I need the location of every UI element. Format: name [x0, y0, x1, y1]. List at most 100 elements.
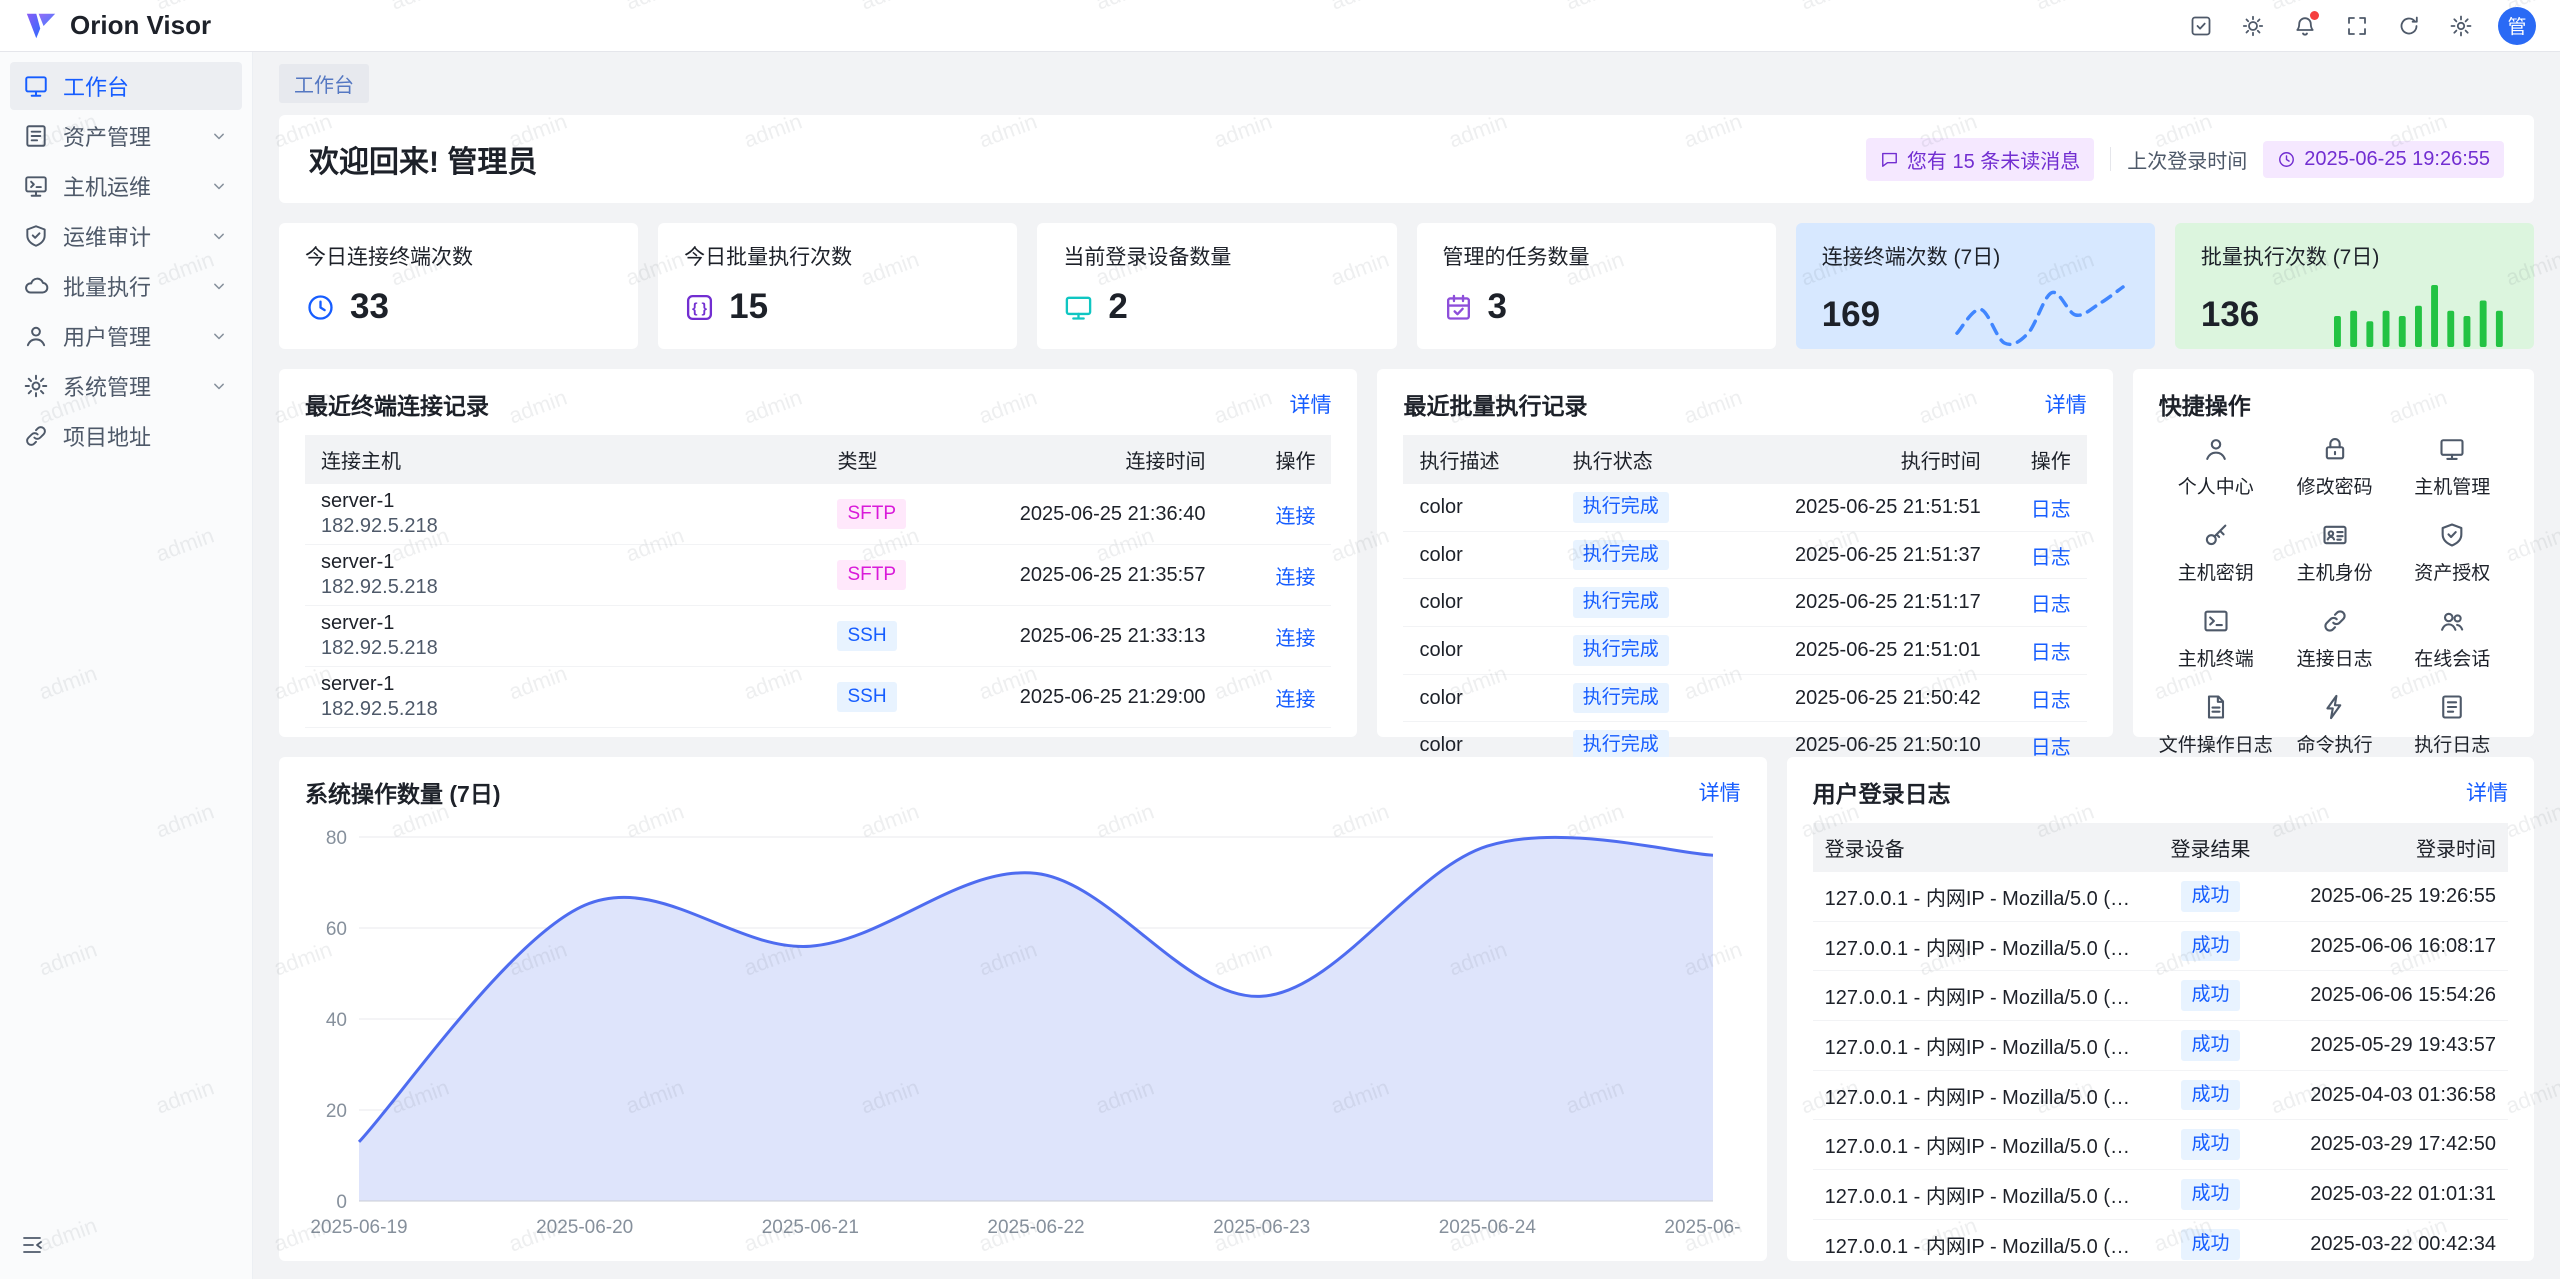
stat-value: 33 — [350, 287, 389, 327]
table-row: color 执行完成 2025-06-25 21:51:37 日志 — [1403, 531, 2086, 579]
host-ip: 182.92.5.218 — [321, 698, 805, 721]
log-link[interactable]: 日志 — [2031, 499, 2071, 521]
workbench-icon — [23, 73, 49, 99]
breadcrumb: 工作台 — [279, 52, 2534, 115]
log-link[interactable]: 日志 — [2031, 547, 2071, 569]
user-management-icon — [23, 323, 49, 349]
quick-action[interactable]: 连接日志 — [2279, 607, 2391, 671]
login-time: 2025-03-22 01:01:31 — [2273, 1170, 2508, 1220]
workflow-check-icon[interactable] — [2186, 11, 2216, 41]
svg-text:2025-06-22: 2025-06-22 — [987, 1217, 1084, 1238]
stat-card: 今日连接终端次数 33 — [279, 223, 638, 349]
refresh-icon[interactable] — [2394, 11, 2424, 41]
online-session-icon — [2438, 607, 2466, 635]
exec-desc: color — [1403, 627, 1556, 675]
exec-status-tag: 执行完成 — [1573, 540, 1669, 571]
collapse-sidebar-icon[interactable] — [20, 1233, 44, 1257]
host-name: server-1 — [321, 612, 805, 635]
topbar: Orion Visor 管 — [0, 0, 2560, 52]
exec-trend-sparkline — [2330, 279, 2508, 351]
chevron-down-icon — [209, 76, 229, 96]
exec-status-tag: 执行完成 — [1573, 635, 1669, 666]
user-avatar[interactable]: 管 — [2498, 7, 2536, 45]
host-ops-icon — [23, 173, 49, 199]
quick-action[interactable]: 资产授权 — [2396, 521, 2508, 585]
exec-desc: color — [1403, 531, 1556, 579]
stat-value: 15 — [729, 287, 768, 327]
batch-detail-link[interactable]: 详情 — [2045, 389, 2087, 419]
sidebar-item[interactable]: 运维审计 — [10, 212, 242, 260]
chart-detail-link[interactable]: 详情 — [1699, 777, 1741, 807]
stats-row: 今日连接终端次数 33 今日批量执行次数 { } 15 当前登录设备数量 — [279, 223, 2534, 349]
login-device: 127.0.0.1 - 内网IP - Mozilla/5.0 (Windows … — [1813, 1269, 2148, 1279]
chevron-down-icon — [209, 226, 229, 246]
login-result-tag: 成功 — [2181, 980, 2239, 1011]
svg-text:{ }: { } — [692, 300, 707, 316]
unread-messages-chip[interactable]: 您有 15 条未读消息 — [1866, 138, 2094, 181]
connect-link[interactable]: 连接 — [1275, 506, 1315, 528]
log-link[interactable]: 日志 — [2031, 642, 2071, 664]
svg-text:60: 60 — [326, 919, 347, 940]
quick-action[interactable]: 主机管理 — [2396, 435, 2508, 499]
svg-text:2025-06-20: 2025-06-20 — [536, 1217, 633, 1238]
ops-audit-icon — [23, 223, 49, 249]
table-row: 127.0.0.1 - 内网IP - Mozilla/5.0 (Windows … — [1813, 971, 2508, 1021]
quick-action[interactable]: 执行日志 — [2396, 693, 2508, 757]
system-operations-chart-card: 系统操作数量 (7日) 详情 0204060802025-06-192025-0… — [279, 757, 1767, 1261]
log-link[interactable]: 日志 — [2031, 737, 2071, 759]
settings-gear-icon[interactable] — [2446, 11, 2476, 41]
last-login-time-chip: 2025-06-25 19:26:55 — [2263, 141, 2504, 178]
sidebar-item[interactable]: 主机运维 — [10, 162, 242, 210]
exec-desc: color — [1403, 674, 1556, 722]
stat-value: 169 — [1822, 295, 1880, 335]
exec-log-icon — [2438, 693, 2466, 721]
connect-link[interactable]: 连接 — [1275, 628, 1315, 650]
asset-auth-icon — [2438, 521, 2466, 549]
quick-action[interactable]: 文件操作日志 — [2159, 693, 2273, 757]
chevron-down-icon — [209, 126, 229, 146]
sidebar-item[interactable]: 系统管理 — [10, 362, 242, 410]
exec-time: 2025-06-25 21:51:51 — [1727, 484, 1997, 531]
terminal-table: 连接主机 类型 连接时间 操作 server-1 182.92.5.218 — [305, 435, 1331, 728]
quick-action[interactable]: 修改密码 — [2279, 435, 2391, 499]
chevron-down-icon — [209, 376, 229, 396]
connect-time: 2025-06-25 21:29:00 — [941, 667, 1221, 728]
login-time: 2025-04-03 01:36:58 — [2273, 1070, 2508, 1120]
connect-time: 2025-06-25 21:33:13 — [941, 606, 1221, 667]
log-link[interactable]: 日志 — [2031, 690, 2071, 712]
exec-time: 2025-06-25 21:51:17 — [1727, 579, 1997, 627]
quick-action[interactable]: 命令执行 — [2279, 693, 2391, 757]
table-row: 127.0.0.1 - 内网IP - Mozilla/5.0 (Windows … — [1813, 1219, 2508, 1269]
table-row: server-1 182.92.5.218 SFTP 2025-06-25 21… — [305, 545, 1331, 606]
bottom-row: 系统操作数量 (7日) 详情 0204060802025-06-192025-0… — [279, 757, 2534, 1279]
login-result-tag: 成功 — [2181, 931, 2239, 962]
sidebar-item[interactable]: 工作台 — [10, 62, 242, 110]
protocol-tag: SFTP — [837, 560, 906, 591]
sidebar-item[interactable]: 项目地址 — [10, 412, 242, 460]
terminal-trend-sparkline — [1951, 279, 2129, 351]
table-row: color 执行完成 2025-06-25 21:51:17 日志 — [1403, 579, 2086, 627]
quick-action[interactable]: 主机密钥 — [2159, 521, 2273, 585]
log-link[interactable]: 日志 — [2031, 594, 2071, 616]
sidebar-item[interactable]: 批量执行 — [10, 262, 242, 310]
sidebar-item[interactable]: 资产管理 — [10, 112, 242, 160]
quick-action[interactable]: 在线会话 — [2396, 607, 2508, 671]
terminal-connections-card: 最近终端连接记录 详情 连接主机 类型 连接时间 操作 — [279, 369, 1357, 737]
theme-toggle-icon[interactable] — [2238, 11, 2268, 41]
table-row: server-1 182.92.5.218 SSH 2025-06-25 21:… — [305, 667, 1331, 728]
quick-action[interactable]: 主机身份 — [2279, 521, 2391, 585]
login-detail-link[interactable]: 详情 — [2466, 777, 2508, 807]
quick-action[interactable]: 主机终端 — [2159, 607, 2273, 671]
sidebar-item[interactable]: 用户管理 — [10, 312, 242, 360]
breadcrumb-item-workbench[interactable]: 工作台 — [279, 64, 369, 103]
terminal-detail-link[interactable]: 详情 — [1289, 389, 1331, 419]
login-device: 127.0.0.1 - 内网IP - Mozilla/5.0 (Windows … — [1813, 921, 2148, 971]
welcome-meta: 您有 15 条未读消息 上次登录时间 2025-06-25 19:26:55 — [1866, 138, 2504, 181]
quick-action[interactable]: 个人中心 — [2159, 435, 2273, 499]
connect-link[interactable]: 连接 — [1275, 689, 1315, 711]
notifications-bell-icon[interactable] — [2290, 11, 2320, 41]
fullscreen-icon[interactable] — [2342, 11, 2372, 41]
svg-text:80: 80 — [326, 828, 347, 849]
connect-link[interactable]: 连接 — [1275, 567, 1315, 589]
table-row: color 执行完成 2025-06-25 21:50:42 日志 — [1403, 674, 2086, 722]
